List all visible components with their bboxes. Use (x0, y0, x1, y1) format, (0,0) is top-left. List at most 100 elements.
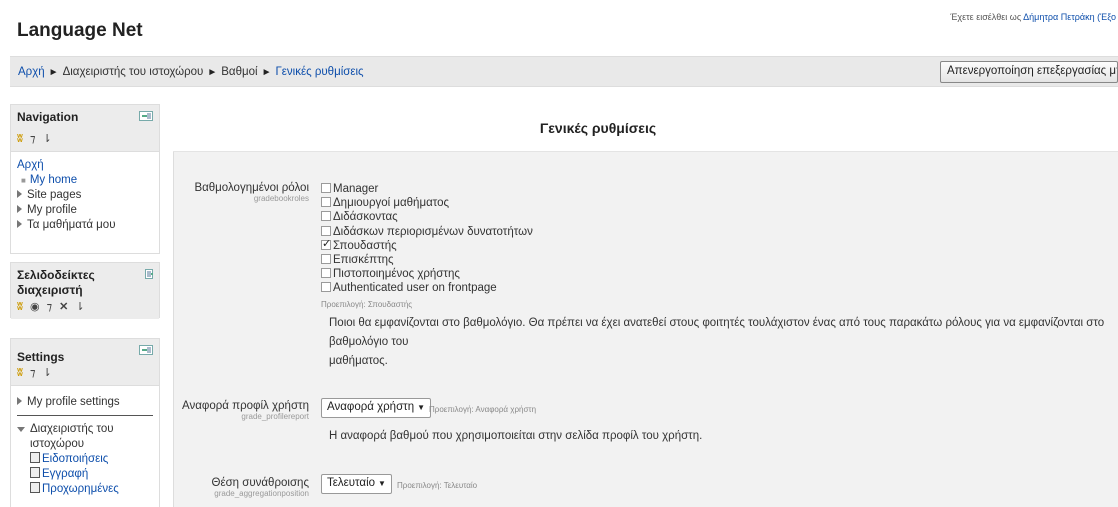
setting-name: gradebookroles (253, 194, 309, 203)
breadcrumb-separator-icon: ► (207, 67, 218, 78)
checkbox-label: Διδάσκοντας (333, 211, 398, 224)
profilereport-select[interactable]: Αναφορά χρήστη ▼ (321, 398, 432, 418)
assign-roles-icon[interactable]: ⇂ (42, 367, 53, 379)
admin-item-registration[interactable]: Εγγραφή (17, 467, 153, 482)
gradebookroles-description: Ποιοι θα εμφανίζονται στο βαθμολόγιο. Θα… (329, 314, 1114, 371)
page-title: Γενικές ρυθμίσεις (539, 120, 657, 136)
nav-home-link[interactable]: Αρχή (17, 158, 153, 173)
role-option-frontpage[interactable]: Authenticated user on frontpage (321, 281, 533, 295)
admin-item-advanced[interactable]: Προχωρημένες (17, 482, 153, 497)
aggregationposition-label: Θέση συνάθροισης grade_aggregationpositi… (174, 477, 309, 499)
navigation-block-content: Αρχή ■ My home Site pages My profile Τα μ… (11, 152, 159, 239)
move-icon[interactable]: ⁊ (30, 133, 37, 145)
block-edit-icons: ʬ ⁊ ⇂ (17, 132, 54, 145)
site-title[interactable]: Language Net (17, 20, 143, 42)
select-value: Αναφορά χρήστη (327, 401, 415, 413)
breadcrumb: Αρχή ► Διαχειριστής του ιστοχώρου ► Βαθμοί ► Γ… (18, 66, 364, 78)
main-title-bar: Γενικές ρυθμίσεις (173, 104, 1118, 152)
assign-roles-icon[interactable]: ⇂ (42, 133, 53, 145)
checkbox-label: Manager (333, 183, 379, 195)
delete-icon[interactable]: ✕ (59, 301, 70, 313)
role-option-manager[interactable]: Manager (321, 182, 533, 196)
admin-item-label: Ειδοποιήσεις (42, 453, 109, 465)
nav-item-my-home[interactable]: ■ My home (17, 173, 153, 188)
collapse-arrow-icon (17, 427, 25, 432)
profilereport-label: Αναφορά προφίλ χρήστη grade_profilerepor… (174, 400, 309, 422)
block-edit-icons: ʬ ⁊ ⇂ (17, 366, 54, 379)
setting-name: grade_profilereport (241, 412, 309, 421)
navbar: Αρχή ► Διαχειριστής του ιστοχώρου ► Βαθμοί ► Γ… (10, 56, 1118, 87)
checkbox-label: Authenticated user on frontpage (333, 282, 497, 295)
move-icon[interactable]: ⁊ (30, 367, 37, 379)
dropdown-arrow-icon: ▼ (417, 403, 426, 412)
settings-item-site-admin[interactable]: Διαχειριστής του (17, 422, 153, 437)
turn-editing-off-button[interactable]: Απενεργοποίηση επεξεργασίας μπλ (940, 61, 1118, 83)
expand-arrow-icon (17, 397, 22, 405)
assign-roles-icon[interactable]: ⇂ (75, 301, 86, 313)
block-edit-icons: ʬ ◉ ⁊ ✕ ⇂ (17, 300, 87, 313)
role-option-teacher[interactable]: Διδάσκοντας (321, 210, 533, 224)
dropdown-arrow-icon: ▼ (378, 479, 386, 488)
role-option-guest[interactable]: Επισκέπτης (321, 253, 533, 267)
role-option-noneditingteacher[interactable]: Διδάσκων περιορισμένων δυνατοτήτων (321, 225, 533, 239)
admin-bookmarks-title-line1: Σελιδοδείκτες (17, 268, 95, 282)
admin-item-notifications[interactable]: Ειδοποιήσεις (17, 452, 153, 467)
gradebookroles-checkboxes: Manager Δημιουργοί μαθήματος Διδάσκοντας… (321, 182, 533, 312)
breadcrumb-general-settings[interactable]: Γενικές ρυθμίσεις (275, 66, 363, 78)
page-icon (30, 467, 40, 478)
navigation-block: Navigation ʬ ⁊ ⇂ Αρχή ■ My home Site page… (10, 104, 160, 254)
gradebookroles-label: Βαθμολογημένοι ρόλοι gradebookroles (174, 182, 309, 204)
default-value-note: Προεπιλογή: Τελευταίο (397, 481, 478, 490)
nav-item-label: Site pages (27, 189, 82, 201)
settings-item-label: Διαχειριστής του (30, 423, 114, 435)
settings-item-label: My profile settings (27, 396, 120, 408)
dock-block-icon[interactable] (139, 111, 153, 121)
description-line: μαθήματος. (329, 355, 388, 367)
checkbox[interactable] (321, 225, 331, 236)
settings-item-site-admin-line2: ιστοχώρου (30, 438, 85, 450)
settings-block-content: My profile settings Διαχειριστής του ιστ… (11, 386, 159, 503)
admin-item-label: Εγγραφή (42, 468, 89, 480)
checkbox-checked[interactable] (321, 237, 331, 251)
role-option-coursecreator[interactable]: Δημιουργοί μαθήματος (321, 196, 533, 210)
role-option-authenticateduser[interactable]: Πιστοποιημένος χρήστης (321, 267, 533, 281)
show-icon[interactable]: ◉ (30, 301, 42, 313)
nav-item-label: My home (29, 174, 78, 186)
checkbox[interactable] (321, 254, 331, 265)
breadcrumb-home[interactable]: Αρχή (18, 66, 45, 78)
checkbox[interactable] (321, 197, 331, 208)
settings-block: Settings ʬ ⁊ ⇂ My profile settings Διαχε… (10, 338, 160, 507)
nav-item-my-profile[interactable]: My profile (17, 203, 153, 218)
breadcrumb-grades[interactable]: Βαθμοί (221, 66, 257, 78)
checkbox-label: Σπουδαστής (333, 239, 397, 252)
checkbox-label: Επισκέπτης (333, 254, 394, 267)
checkbox[interactable] (321, 268, 331, 279)
default-value-note: Προεπιλογή: Αναφορά χρήστη (429, 405, 537, 414)
nav-item-site-pages[interactable]: Site pages (17, 188, 153, 203)
settings-block-title: Settings (17, 350, 65, 364)
aggregationposition-select[interactable]: Τελευταίο ▼ (321, 474, 392, 494)
checkbox[interactable] (321, 183, 331, 193)
description-line: Ποιοι θα εμφανίζονται στο βαθμολόγιο. Θα… (329, 317, 1105, 348)
move-icon[interactable]: ⁊ (47, 301, 54, 313)
role-option-student[interactable]: Σπουδαστής (321, 237, 533, 253)
checkbox[interactable] (321, 211, 331, 222)
setting-label-text: Βαθμολογημένοι ρόλοι (194, 182, 309, 194)
settings-item-my-profile[interactable]: My profile settings (17, 395, 153, 416)
breadcrumb-separator-icon: ► (48, 67, 59, 78)
main-content: Γενικές ρυθμίσεις Βαθμολογημένοι ρόλοι g… (173, 104, 1118, 507)
checkbox-label: Πιστοποιημένος χρήστης (333, 268, 460, 281)
hide-icon[interactable]: ʬ (17, 301, 25, 313)
dock-block-icon[interactable] (145, 269, 153, 279)
hide-icon[interactable]: ʬ (17, 133, 25, 145)
checkbox[interactable] (321, 282, 331, 293)
user-link[interactable]: Δήμητρα Πετράκη (Έξο (1023, 12, 1116, 22)
nav-item-label: My profile (27, 204, 77, 216)
select-value: Τελευταίο (327, 477, 376, 489)
breadcrumb-site-admin[interactable]: Διαχειριστής του ιστοχώρου (63, 66, 204, 78)
dock-block-icon[interactable] (139, 345, 153, 355)
page-icon (30, 482, 40, 493)
nav-item-my-courses[interactable]: Τα μαθήματά μου (17, 218, 153, 233)
login-prefix: Έχετε εισέλθει ως (950, 12, 1024, 22)
hide-icon[interactable]: ʬ (17, 367, 25, 379)
